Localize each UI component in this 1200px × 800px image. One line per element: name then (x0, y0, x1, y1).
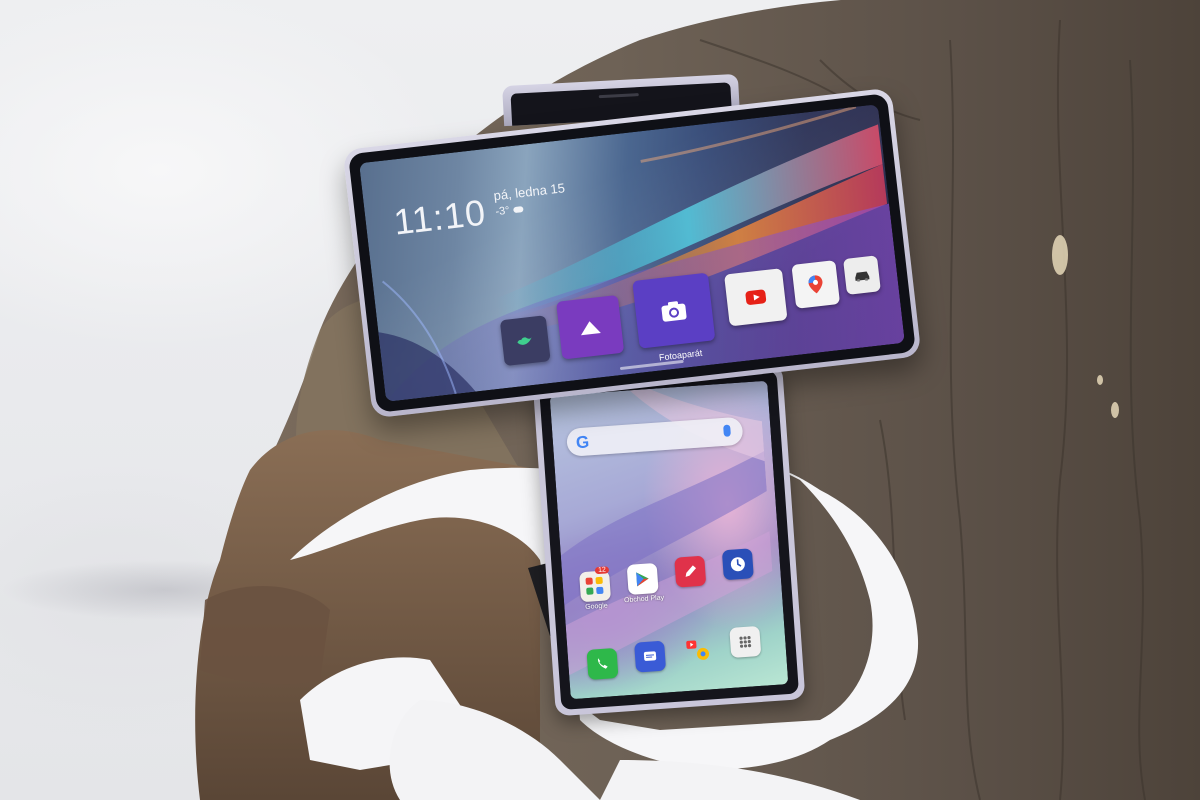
youtube-icon (745, 289, 767, 305)
secondary-screen-bezel: G 12 Google Obchod Play (538, 370, 800, 710)
camera-icon (661, 301, 687, 322)
app-phone[interactable] (581, 647, 623, 681)
clock-icon (721, 548, 754, 581)
app-youtube[interactable] (724, 268, 788, 327)
temperature-text: -3° (494, 204, 511, 219)
pencil-icon (674, 555, 707, 588)
app-drawer[interactable] (724, 625, 766, 659)
phone-icon (586, 647, 619, 680)
secondary-phone-device: G 12 Google Obchod Play (532, 363, 806, 717)
google-logo: G (575, 432, 590, 453)
app-messages[interactable] (629, 640, 671, 673)
play-store-icon (626, 562, 659, 595)
notification-badge: 12 (594, 566, 610, 575)
app-google-folder[interactable]: 12 Google (574, 566, 617, 612)
app-clock[interactable] (717, 548, 759, 581)
folder-icon: 12 (579, 566, 612, 603)
grid-icon (729, 625, 762, 658)
bird-icon (517, 336, 532, 345)
app-twitter[interactable] (499, 315, 551, 367)
app-chrome-youtube[interactable] (677, 633, 719, 666)
app-camera[interactable] (632, 272, 716, 349)
car-icon (855, 271, 870, 283)
app-gallery[interactable] (556, 294, 625, 360)
app-car[interactable] (843, 255, 881, 295)
main-wallpaper (378, 105, 905, 402)
message-icon (634, 640, 667, 673)
app-play-store[interactable]: Obchod Play (622, 562, 664, 604)
cloud-icon (513, 206, 524, 214)
main-home-screen[interactable]: 11:10 pá, ledna 15 -3° Fotoaparát (359, 104, 905, 402)
chrome-icon (682, 633, 714, 665)
mountain-icon (580, 321, 601, 336)
app-maps[interactable] (791, 260, 841, 309)
app-notes[interactable] (669, 555, 711, 588)
map-pin-icon (808, 275, 823, 294)
secondary-home-screen[interactable]: G 12 Google Obchod Play (549, 380, 789, 700)
microphone-icon[interactable] (723, 424, 731, 437)
main-screen-bezel: 11:10 pá, ledna 15 -3° Fotoaparát (348, 93, 916, 413)
